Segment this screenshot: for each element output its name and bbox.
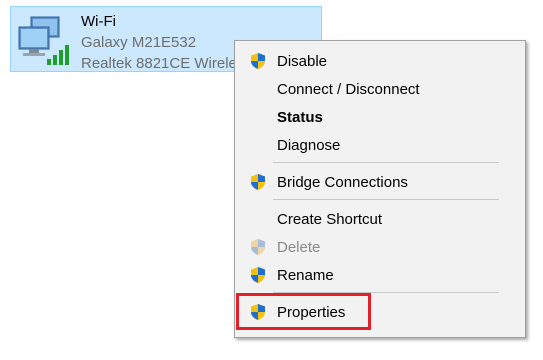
menu-item-status[interactable]: Status — [235, 103, 525, 131]
menu-item-disable[interactable]: Disable — [235, 47, 525, 75]
menu-item-bridge-connections[interactable]: Bridge Connections — [235, 168, 525, 196]
shield-icon — [251, 174, 265, 190]
adapter-device: Realtek 8821CE Wireless — [81, 55, 252, 72]
menu-item-label: Bridge Connections — [277, 173, 408, 191]
menu-item-delete[interactable]: Delete — [235, 233, 525, 261]
menu-item-label: Delete — [277, 238, 321, 256]
menu-item-label: Rename — [277, 266, 334, 284]
menu-item-create-shortcut[interactable]: Create Shortcut — [235, 205, 525, 233]
network-adapter-icon — [18, 16, 69, 65]
adapter-network: Galaxy M21E532 — [81, 34, 197, 51]
shield-icon — [251, 239, 265, 255]
menu-separator — [273, 199, 499, 200]
shield-icon — [251, 267, 265, 283]
menu-item-label: Disable — [277, 52, 328, 70]
properties-highlight-box — [236, 293, 371, 330]
menu-item-rename[interactable]: Rename — [235, 261, 525, 289]
menu-item-diagnose[interactable]: Diagnose — [235, 131, 525, 159]
menu-item-label: Diagnose — [277, 136, 341, 154]
screen: Wi-Fi Galaxy M21E532 Realtek 8821CE Wire… — [0, 0, 543, 360]
menu-item-label: Connect / Disconnect — [277, 80, 420, 98]
menu-separator — [273, 162, 499, 163]
menu-item-label: Status — [277, 108, 323, 126]
menu-item-label: Create Shortcut — [277, 210, 383, 228]
adapter-name: Wi-Fi — [81, 13, 116, 30]
menu-item-connect-disconnect[interactable]: Connect / Disconnect — [235, 75, 525, 103]
adapter-text: Wi-Fi Galaxy M21E532 Realtek 8821CE Wire… — [81, 11, 252, 74]
shield-icon — [251, 53, 265, 69]
